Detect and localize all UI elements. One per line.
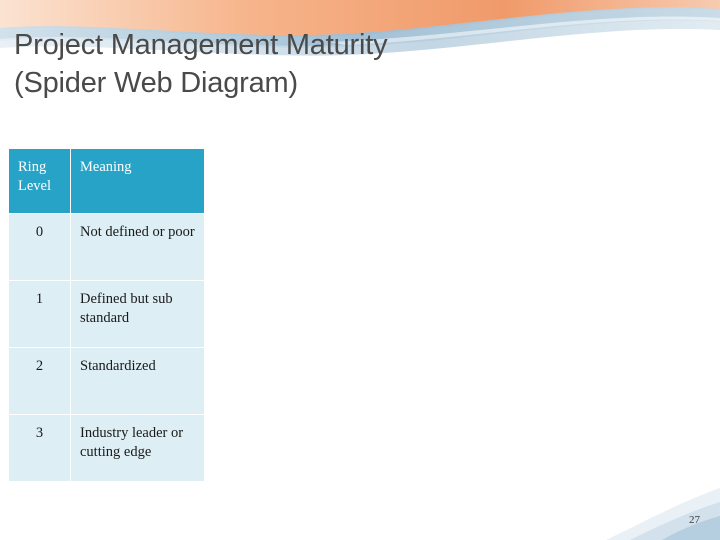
cell-meaning: Standardized <box>70 347 205 415</box>
cell-ring-level: 1 <box>8 280 71 348</box>
cell-ring-level: 2 <box>8 347 71 415</box>
table-header-row: Ring Level Meaning <box>8 148 205 214</box>
table-row: 2 Standardized <box>8 347 205 415</box>
column-header-meaning: Meaning <box>70 148 205 214</box>
cell-ring-level: 3 <box>8 414 71 482</box>
slide-title: Project Management Maturity (Spider Web … <box>14 26 614 103</box>
cell-ring-level: 0 <box>8 213 71 281</box>
page-number: 27 <box>689 514 700 526</box>
title-line-1: Project Management Maturity <box>14 29 388 61</box>
table-row: 3 Industry leader or cutting edge <box>8 414 205 482</box>
cell-meaning: Defined but sub standard <box>70 280 205 348</box>
column-header-ring-level-line2: Level <box>18 177 52 194</box>
cell-meaning: Not defined or poor <box>70 213 205 281</box>
title-line-2: (Spider Web Diagram) <box>14 67 298 100</box>
maturity-level-table: Ring Level Meaning 0 Not defined or poor… <box>8 148 205 482</box>
cell-meaning: Industry leader or cutting edge <box>70 414 205 482</box>
column-header-ring-level: Ring Level <box>8 148 71 214</box>
table-row: 1 Defined but sub standard <box>8 280 205 348</box>
slide-canvas: Project Management Maturity (Spider Web … <box>0 0 720 540</box>
table-row: 0 Not defined or poor <box>8 213 205 281</box>
column-header-ring-level-line1: Ring <box>18 159 47 175</box>
bottom-decoration-swoosh <box>606 488 720 540</box>
